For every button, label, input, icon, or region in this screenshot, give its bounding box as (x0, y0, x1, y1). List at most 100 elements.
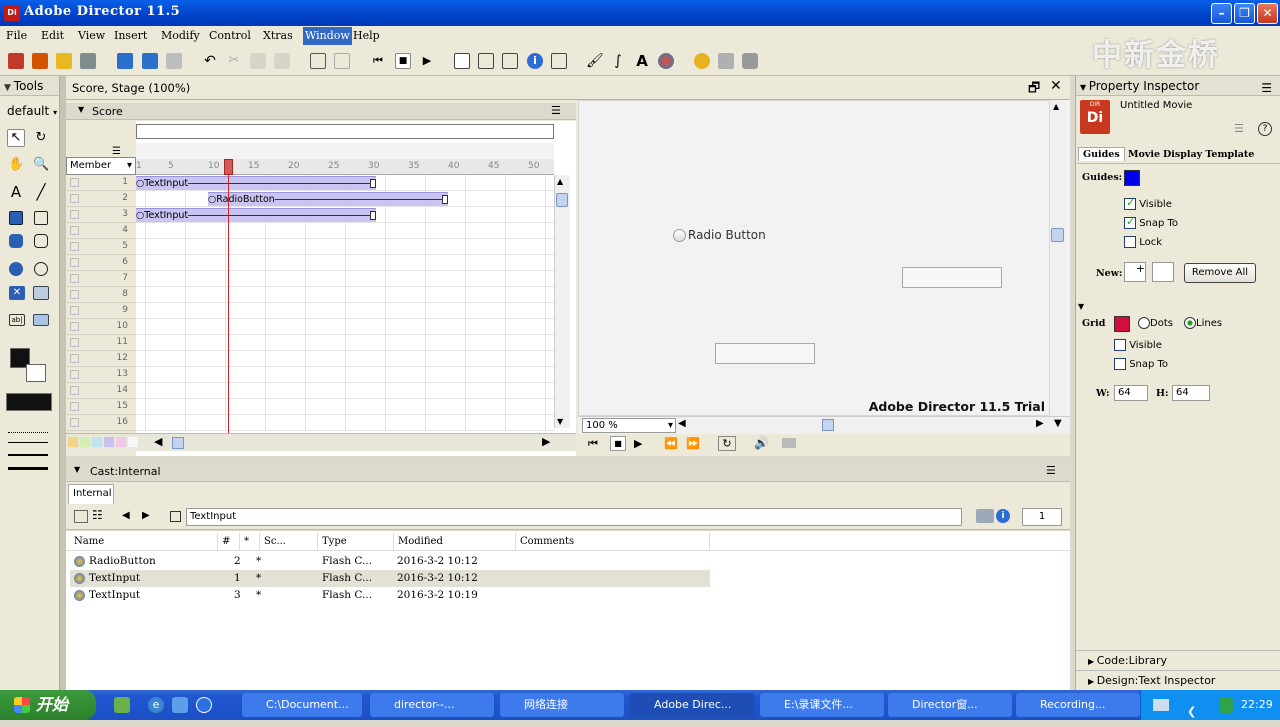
channel-mute-toggle[interactable] (70, 242, 79, 251)
scroll-left-icon[interactable]: ◀ (154, 435, 162, 448)
behavior-gear-icon[interactable] (694, 53, 710, 69)
channel-mute-toggle[interactable] (70, 210, 79, 219)
find-icon[interactable] (310, 53, 326, 69)
ie-icon[interactable]: e (148, 697, 164, 713)
stop-icon[interactable]: ■ (395, 53, 411, 69)
minimize-button[interactable]: – (1211, 3, 1232, 24)
new-cast-icon[interactable] (32, 53, 48, 69)
text-icon[interactable]: A (634, 53, 650, 69)
tab-guides[interactable]: Guides (1078, 147, 1125, 161)
help-icon[interactable]: ? (1258, 122, 1272, 136)
next-member-icon[interactable]: ▶ (142, 510, 150, 521)
stage-scroll-right-icon[interactable]: ▶ (1036, 418, 1044, 429)
channel-mute-toggle[interactable] (70, 370, 79, 379)
exchange-cast-icon[interactable] (334, 53, 350, 69)
channel-mute-toggle[interactable] (70, 418, 79, 427)
col-script[interactable]: Sc... (260, 533, 318, 551)
menu-view[interactable]: View (78, 29, 105, 42)
push-button-tool-icon[interactable] (33, 314, 49, 326)
marker-channel[interactable] (136, 143, 554, 160)
menu-window[interactable]: Window (303, 27, 352, 45)
channel-mute-toggle[interactable] (70, 306, 79, 315)
cast-collapse-icon[interactable]: ▼ (74, 465, 80, 474)
menu-insert[interactable]: Insert (114, 29, 147, 42)
stage-play-icon[interactable]: ▶ (634, 437, 642, 450)
publish-icon[interactable] (166, 53, 182, 69)
grid-lines-radio[interactable]: Lines (1184, 317, 1222, 329)
line-3px-option[interactable] (8, 467, 48, 470)
tools-stack-icon[interactable] (718, 53, 734, 69)
channel-mute-toggle[interactable] (70, 402, 79, 411)
channel-mute-toggle[interactable] (70, 274, 79, 283)
line-2px-option[interactable] (8, 454, 48, 456)
channel-mute-toggle[interactable] (70, 194, 79, 203)
col-name[interactable]: Name (70, 533, 218, 551)
guide-color-swatch[interactable] (1124, 170, 1140, 186)
background-color-swatch[interactable] (26, 364, 46, 382)
thumbnail-view-icon[interactable] (74, 510, 88, 523)
pattern-swatch[interactable] (6, 393, 52, 411)
score-channel-row[interactable]: 15 (66, 399, 554, 415)
prev-member-icon[interactable]: ◀ (122, 510, 130, 521)
table-row[interactable]: TextInput 1 * Flash C... 2016-3-2 10:12 (70, 570, 710, 587)
table-row[interactable]: TextInput 3 * Flash C... 2016-3-2 10:19 (70, 587, 710, 604)
undo-icon[interactable]: ↶ (202, 53, 218, 69)
radio-button-label[interactable]: Radio Button (688, 228, 766, 242)
filled-roundrect-tool-icon[interactable] (9, 234, 23, 248)
score-channel-row[interactable]: 5 (66, 239, 554, 255)
cast-window-icon[interactable] (478, 53, 494, 69)
score-channel-row[interactable]: 8 (66, 287, 554, 303)
score-channel-row[interactable]: 14 (66, 383, 554, 399)
hand-tool-icon[interactable]: ✋ (7, 156, 25, 174)
member-info-icon[interactable]: i (996, 509, 1010, 523)
grid-collapse-icon[interactable]: ▼ (1078, 302, 1084, 311)
score-options-icon[interactable]: ☰ (551, 104, 561, 117)
save-all-icon[interactable] (142, 53, 158, 69)
security-shield-icon[interactable] (1219, 697, 1233, 713)
remove-all-button[interactable]: Remove All (1184, 263, 1256, 283)
task-adobe-director[interactable]: Adobe Direc... (630, 693, 754, 717)
channel-mute-toggle[interactable] (70, 178, 79, 187)
sprite-span[interactable]: ○RadioButton (208, 192, 448, 206)
code-library-panel[interactable]: ▶ Code:Library (1076, 650, 1280, 670)
score-channel-row[interactable]: 10 (66, 319, 554, 335)
quicklaunch-icon-1[interactable] (114, 697, 130, 713)
list-view-icon[interactable]: ☷ (92, 508, 103, 522)
guides-snap-checkbox[interactable]: Snap To (1124, 215, 1178, 229)
score-window-icon[interactable] (502, 53, 518, 69)
roundrect-tool-icon[interactable] (34, 234, 48, 248)
line-1px-option[interactable] (8, 442, 48, 443)
channel-mute-toggle[interactable] (70, 226, 79, 235)
script-icon[interactable] (742, 53, 758, 69)
grid-visible-checkbox[interactable]: Visible (1114, 339, 1162, 351)
line-tool-icon[interactable]: ╱ (32, 182, 50, 201)
member-select[interactable]: Member ▾ (66, 157, 136, 175)
menu-control[interactable]: Control (209, 29, 251, 42)
import-icon[interactable] (80, 53, 96, 69)
playhead-handle[interactable] (224, 159, 233, 175)
copy-icon[interactable] (250, 53, 266, 69)
stage-vertical-scrollbar[interactable]: ▲ (1050, 100, 1066, 416)
new-vertical-guide[interactable] (1152, 262, 1174, 282)
shockwave-3d-icon[interactable] (658, 53, 674, 69)
channel-mute-toggle[interactable] (70, 258, 79, 267)
grid-dots-radio[interactable]: Dots (1138, 317, 1173, 329)
paint-brush-icon[interactable]: 🖌 (586, 53, 604, 69)
script-editor-icon[interactable] (976, 509, 994, 523)
stage-scroll-left-icon[interactable]: ◀ (678, 418, 686, 429)
task-director-window[interactable]: Director窗... (888, 693, 1012, 717)
sprite-end-marker[interactable] (442, 195, 448, 204)
score-channel-row[interactable]: 9 (66, 303, 554, 319)
zoom-tool-icon[interactable]: 🔍 (32, 156, 50, 174)
vector-icon[interactable]: ∫ (610, 53, 626, 69)
member-number-field[interactable]: 1 (1022, 508, 1062, 526)
channel-mute-toggle[interactable] (70, 386, 79, 395)
task-director-doc[interactable]: director--... (370, 693, 494, 717)
score-channel-row[interactable]: 11 (66, 335, 554, 351)
text-input-sprite-3[interactable] (715, 343, 815, 364)
step-forward-icon[interactable]: ⏩ (686, 437, 700, 450)
arrow-tool-icon[interactable]: ↖ (7, 129, 25, 147)
collapse-icon[interactable]: ▼ (78, 105, 84, 114)
ellipse-tool-icon[interactable] (34, 262, 48, 276)
maximize-button[interactable]: ❐ (1234, 3, 1255, 24)
